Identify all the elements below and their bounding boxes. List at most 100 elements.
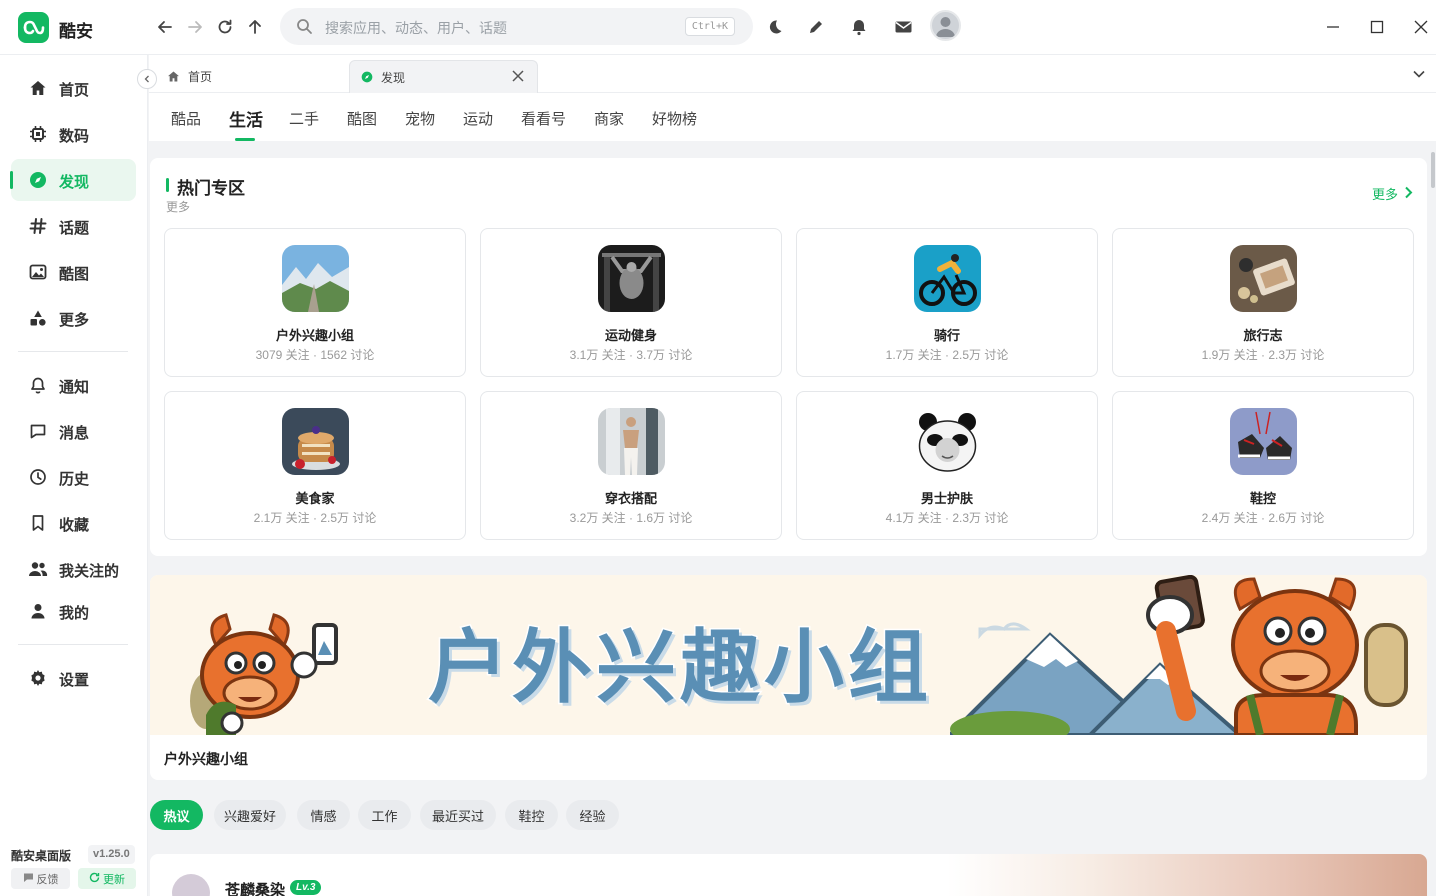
chip[interactable]: 情感 [297,800,350,830]
update-button[interactable]: 更新 [78,868,136,889]
bell-icon[interactable] [846,14,872,40]
chip[interactable]: 最近买过 [420,800,496,830]
sidebar-item-label: 更多 [59,312,90,329]
sidebar-item-label: 设置 [59,672,90,689]
moon-icon[interactable] [762,14,788,40]
group-card[interactable]: 男士护肤 4.1万 关注 · 2.3万 讨论 [796,391,1098,540]
sidebar-item-label: 我关注的 [59,563,120,580]
sidebar-item-me[interactable]: 我的 [11,590,136,632]
search-placeholder: 搜索应用、动态、用户、话题 [325,20,507,36]
tab-label: 发现 [381,70,406,85]
group-card[interactable]: 户外兴趣小组 3079 关注 · 1562 讨论 [164,228,466,377]
chip-icon [28,124,48,144]
feed-user-avatar[interactable] [172,874,210,896]
level-badge: Lv.3 [290,880,322,895]
gear-icon [28,668,48,688]
person-icon [28,601,48,621]
sidebar-item-settings[interactable]: 设置 [11,657,136,699]
category-tab[interactable]: 二手 [289,108,319,129]
update-icon [89,872,100,886]
more-link[interactable]: 更多 [1372,184,1413,203]
user-avatar[interactable] [930,10,961,41]
refresh-icon[interactable] [212,14,238,40]
scrollbar-thumb[interactable] [1431,152,1435,188]
sidebar: 首页 数码 发现 话题 酷图 更多 通知 消息 历史 收藏 我关注的 我的 设置… [0,55,148,896]
chip-active[interactable]: 热议 [150,800,203,830]
more-label: 更多 [1371,187,1398,202]
group-thumbnail-travel [1230,245,1297,312]
sidebar-item-label: 通知 [59,379,90,396]
sidebar-item-favorites[interactable]: 收藏 [11,502,136,544]
sidebar-divider [18,351,128,352]
tab-discover[interactable]: 发现 [349,60,538,93]
category-tab-active[interactable]: 生活 [229,106,263,141]
chip[interactable]: 鞋控 [505,800,558,830]
banner-caption: 户外兴趣小组 [164,751,248,767]
section-title: 热门专区 [177,179,245,198]
sidebar-item-label: 首页 [59,82,90,99]
group-stats: 3079 关注 · 1562 讨论 [255,348,375,362]
group-stats: 2.1万 关注 · 2.5万 讨论 [253,511,377,525]
sidebar-item-label: 数码 [59,128,90,145]
chevron-right-icon [1404,186,1413,202]
pen-icon[interactable] [803,14,829,40]
chevron-down-icon[interactable] [1412,67,1426,84]
sidebar-item-messages[interactable]: 消息 [11,410,136,452]
group-name: 男士护肤 [920,491,973,506]
group-stats: 3.1万 关注 · 3.7万 讨论 [569,348,693,362]
group-thumbnail-sneakers [1230,408,1297,475]
sidebar-item-digital[interactable]: 数码 [11,113,136,155]
group-card[interactable]: 美食家 2.1万 关注 · 2.5万 讨论 [164,391,466,540]
sidebar-item-following[interactable]: 我关注的 [11,548,136,590]
banner-title: 户外兴趣小组 [427,620,932,716]
feed-username[interactable]: 苍麟桑染 [225,879,285,896]
category-tab[interactable]: 酷图 [347,108,377,129]
category-tab[interactable]: 运动 [463,108,493,129]
maximize-icon[interactable] [1364,14,1390,40]
group-card[interactable]: 骑行 1.7万 关注 · 2.5万 讨论 [796,228,1098,377]
sidebar-item-more[interactable]: 更多 [11,297,136,339]
tab-label: 首页 [188,70,213,84]
minimize-icon[interactable] [1320,14,1346,40]
sidebar-item-pictures[interactable]: 酷图 [11,251,136,293]
chip[interactable]: 经验 [566,800,619,830]
category-tab[interactable]: 好物榜 [652,108,697,129]
clock-icon [28,467,48,487]
cow-mascot-illustration [190,613,338,735]
sidebar-item-topics[interactable]: 话题 [11,205,136,247]
group-card[interactable]: 运动健身 3.1万 关注 · 3.7万 讨论 [480,228,782,377]
tab-close-icon[interactable] [511,69,525,86]
category-tab[interactable]: 商家 [594,108,624,129]
search-icon [296,18,313,38]
chip[interactable]: 兴趣爱好 [214,800,286,830]
back-arrow-icon[interactable] [152,14,178,40]
banner-card[interactable]: 户外兴趣小组 户外兴趣小组 [150,575,1427,780]
close-icon[interactable] [1408,14,1434,40]
category-tab[interactable]: 酷品 [171,108,201,129]
forward-arrow-icon[interactable] [182,14,208,40]
feed-card[interactable]: 苍麟桑染 Lv.3 [150,854,1427,896]
tab-home[interactable]: 首页 [163,60,353,93]
sidebar-item-discover[interactable]: 发现 [10,159,136,201]
feedback-button[interactable]: 反馈 [11,868,70,889]
banner-image: 户外兴趣小组 [150,575,1427,735]
feed-image [947,854,1427,896]
sidebar-item-notifications[interactable]: 通知 [11,364,136,406]
bell-icon [28,375,48,395]
category-tab[interactable]: 看看号 [521,108,566,129]
sidebar-item-home[interactable]: 首页 [11,67,136,109]
search-input[interactable]: 搜索应用、动态、用户、话题 Ctrl+K [280,8,753,45]
sidebar-collapse-button[interactable] [137,69,157,89]
tab-bar: 首页 发现 [137,55,1436,93]
sidebar-item-history[interactable]: 历史 [11,456,136,498]
chip[interactable]: 工作 [358,800,411,830]
group-name: 旅行志 [1243,328,1283,343]
group-name: 美食家 [295,491,335,506]
up-arrow-icon[interactable] [242,14,268,40]
category-tab[interactable]: 宠物 [405,108,435,129]
mail-icon[interactable] [890,14,916,40]
bookmark-icon [28,513,48,533]
group-card[interactable]: 旅行志 1.9万 关注 · 2.3万 讨论 [1112,228,1414,377]
group-card[interactable]: 穿衣搭配 3.2万 关注 · 1.6万 讨论 [480,391,782,540]
group-card[interactable]: 鞋控 2.4万 关注 · 2.6万 讨论 [1112,391,1414,540]
